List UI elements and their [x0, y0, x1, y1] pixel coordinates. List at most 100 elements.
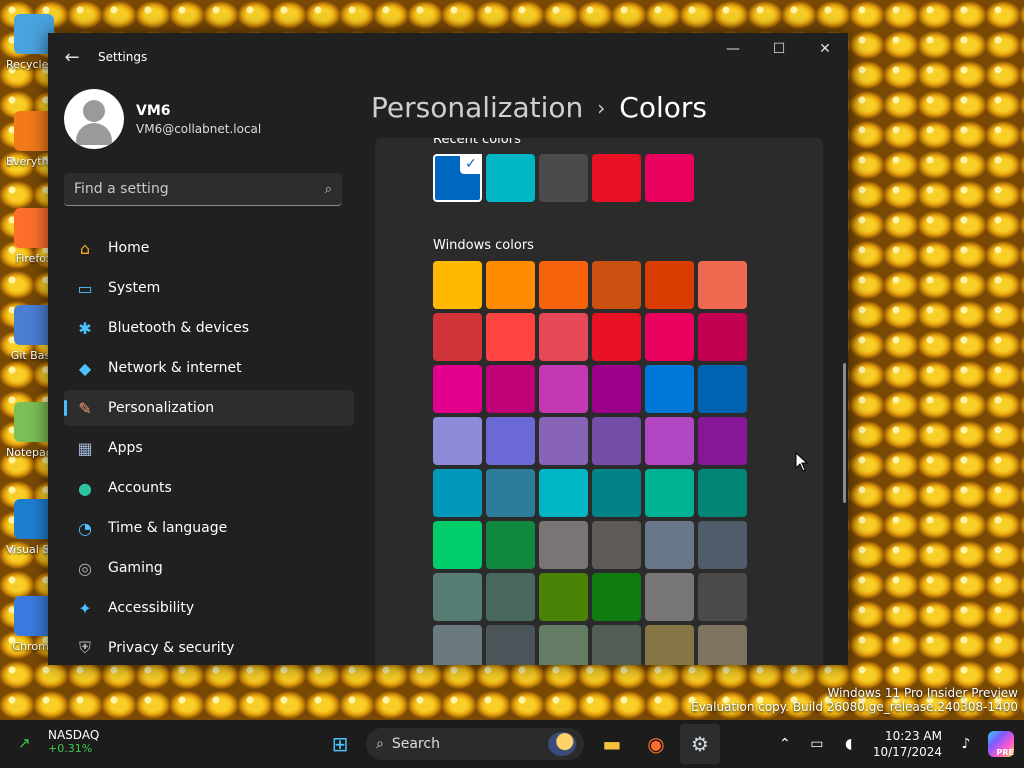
folder-icon: ▬ — [602, 732, 622, 756]
windows-color-swatch[interactable] — [698, 625, 747, 665]
sidebar-item-time-language[interactable]: ◔ Time & language — [64, 510, 354, 546]
windows-color-swatch[interactable] — [645, 573, 694, 621]
windows-color-swatch[interactable] — [645, 261, 694, 309]
windows-color-swatch[interactable] — [592, 625, 641, 665]
copilot-icon[interactable]: PRE — [988, 731, 1014, 757]
windows-color-swatch[interactable] — [698, 469, 747, 517]
windows-color-swatch[interactable] — [539, 365, 588, 413]
taskbar: ↗ NASDAQ +0.31% ⊞ ⌕ Search ▬ ◉ ⚙ ⌃ ▭ ◖ 10:… — [0, 720, 1024, 768]
windows-color-swatch[interactable] — [433, 521, 482, 569]
recent-color-swatch[interactable] — [486, 154, 535, 202]
windows-color-swatch[interactable] — [486, 365, 535, 413]
windows-color-swatch[interactable] — [592, 521, 641, 569]
windows-color-swatch[interactable] — [433, 573, 482, 621]
windows-color-swatch[interactable] — [433, 469, 482, 517]
taskbar-search-label: Search — [391, 736, 440, 752]
windows-color-swatch[interactable] — [433, 313, 482, 361]
windows-color-swatch[interactable] — [645, 469, 694, 517]
sidebar-item-system[interactable]: ▭ System — [64, 270, 354, 306]
windows-color-swatch[interactable] — [592, 313, 641, 361]
windows-color-swatch[interactable] — [433, 261, 482, 309]
user-profile[interactable]: VM6 VM6@collabnet.local — [48, 81, 358, 157]
windows-color-swatch[interactable] — [645, 313, 694, 361]
recent-colors-title: Recent colors — [433, 138, 521, 147]
sidebar-item-label: Accounts — [108, 480, 172, 496]
bell-icon[interactable]: ♪ — [954, 736, 978, 752]
recent-color-swatch[interactable] — [592, 154, 641, 202]
windows-color-swatch[interactable] — [539, 313, 588, 361]
apps-icon: ▦ — [77, 438, 93, 458]
chevron-up-icon[interactable]: ⌃ — [773, 736, 797, 752]
windows-color-swatch[interactable] — [645, 521, 694, 569]
windows-color-swatch[interactable] — [539, 417, 588, 465]
windows-color-swatch[interactable] — [698, 521, 747, 569]
windows-color-swatch[interactable] — [486, 469, 535, 517]
windows-color-swatch[interactable] — [539, 625, 588, 665]
recent-color-swatch[interactable]: ✓ — [433, 154, 482, 202]
home-icon: ⌂ — [79, 238, 91, 258]
scrollbar[interactable] — [843, 363, 846, 503]
windows-color-swatch[interactable] — [592, 573, 641, 621]
breadcrumb-parent[interactable]: Personalization — [371, 91, 583, 124]
windows-color-swatch[interactable] — [645, 625, 694, 665]
minimize-button[interactable]: — — [710, 33, 756, 65]
back-arrow-icon[interactable]: ← — [48, 33, 96, 81]
network-icon[interactable]: ▭ — [805, 736, 829, 752]
stock-name: NASDAQ — [48, 728, 100, 742]
windows-color-swatch[interactable] — [539, 261, 588, 309]
windows-color-swatch[interactable] — [433, 365, 482, 413]
windows-color-swatch[interactable] — [433, 417, 482, 465]
recent-colors: ✓ — [433, 154, 698, 202]
system-tray: ⌃ ▭ ◖ 10:23 AM 10/17/2024 ♪ PRE — [769, 720, 1024, 768]
windows-color-swatch[interactable] — [486, 417, 535, 465]
start-button[interactable]: ⊞ — [320, 724, 360, 764]
clock-date: 10/17/2024 — [872, 745, 942, 759]
colors-card: Recent colors ✓ Windows colors — [375, 138, 823, 665]
windows-color-swatch[interactable] — [645, 365, 694, 413]
windows-color-swatch[interactable] — [433, 625, 482, 665]
sidebar-item-privacy-security[interactable]: ⛨ Privacy & security — [64, 630, 354, 665]
windows-color-swatch[interactable] — [592, 469, 641, 517]
windows-color-swatch[interactable] — [486, 573, 535, 621]
windows-color-swatch[interactable] — [539, 469, 588, 517]
clock[interactable]: 10:23 AM 10/17/2024 — [873, 728, 942, 760]
windows-color-swatch[interactable] — [592, 417, 641, 465]
sidebar-item-home[interactable]: ⌂ Home — [64, 230, 354, 266]
windows-color-swatch[interactable] — [539, 573, 588, 621]
sidebar-item-bluetooth-devices[interactable]: ✱ Bluetooth & devices — [64, 310, 354, 346]
recent-color-swatch[interactable] — [539, 154, 588, 202]
windows-color-swatch[interactable] — [698, 365, 747, 413]
windows-colors-grid — [433, 261, 747, 665]
windows-color-swatch[interactable] — [486, 261, 535, 309]
windows-color-swatch[interactable] — [486, 625, 535, 665]
title-bar: ← Settings — ☐ ✕ — [48, 33, 848, 81]
settings-taskbar-button[interactable]: ⚙ — [680, 724, 720, 764]
stock-widget[interactable]: ↗ NASDAQ +0.31% — [18, 728, 99, 755]
sidebar-item-gaming[interactable]: ◎ Gaming — [64, 550, 354, 586]
windows-color-swatch[interactable] — [486, 313, 535, 361]
file-explorer-taskbar-button[interactable]: ▬ — [592, 724, 632, 764]
close-button[interactable]: ✕ — [802, 33, 848, 65]
volume-icon[interactable]: ◖ — [837, 736, 861, 752]
windows-color-swatch[interactable] — [592, 365, 641, 413]
windows-color-swatch[interactable] — [539, 521, 588, 569]
windows-color-swatch[interactable] — [645, 417, 694, 465]
shield-icon: ⛨ — [78, 638, 91, 657]
taskbar-search[interactable]: ⌕ Search — [366, 728, 584, 760]
sidebar-item-apps[interactable]: ▦ Apps — [64, 430, 354, 466]
maximize-button[interactable]: ☐ — [756, 33, 802, 65]
firefox-taskbar-button[interactable]: ◉ — [636, 724, 676, 764]
windows-color-swatch[interactable] — [698, 313, 747, 361]
recent-color-swatch[interactable] — [645, 154, 694, 202]
search-input[interactable]: Find a setting ⌕ — [64, 173, 342, 206]
windows-color-swatch[interactable] — [486, 521, 535, 569]
windows-color-swatch[interactable] — [698, 417, 747, 465]
clock-time: 10:23 AM — [885, 729, 942, 743]
windows-color-swatch[interactable] — [592, 261, 641, 309]
sidebar-item-network-internet[interactable]: ◆ Network & internet — [64, 350, 354, 386]
sidebar-item-accessibility[interactable]: ✦ Accessibility — [64, 590, 354, 626]
windows-color-swatch[interactable] — [698, 261, 747, 309]
sidebar-item-personalization[interactable]: ✎ Personalization — [64, 390, 354, 426]
windows-color-swatch[interactable] — [698, 573, 747, 621]
sidebar-item-accounts[interactable]: ● Accounts — [64, 470, 354, 506]
